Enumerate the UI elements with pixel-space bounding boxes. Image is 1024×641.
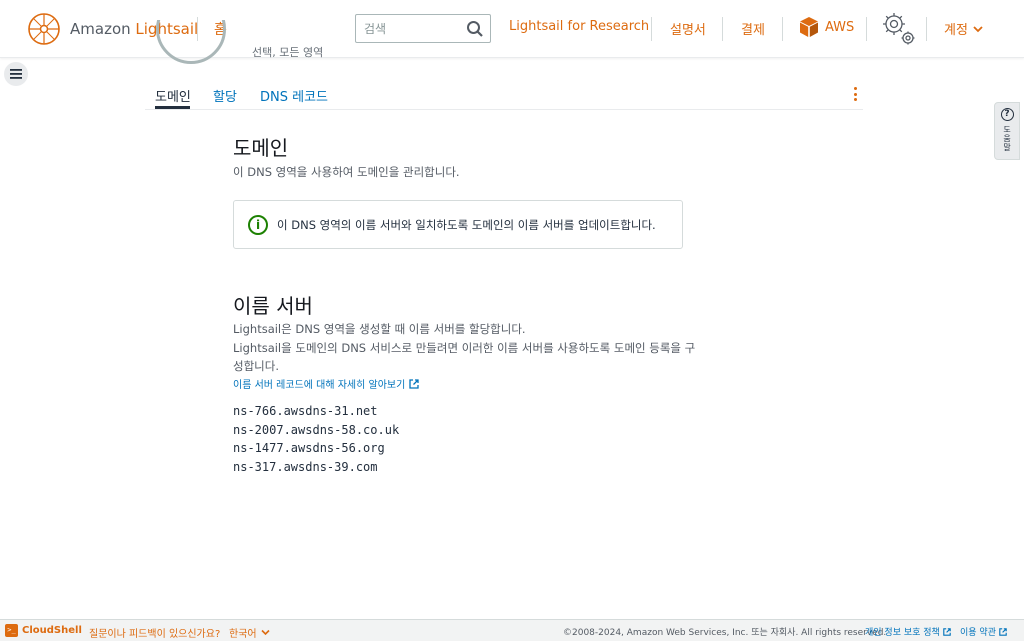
- external-link-icon: [943, 627, 951, 636]
- search-input[interactable]: [356, 15, 456, 42]
- active-tab-indicator: [155, 106, 190, 109]
- copyright-text: ©2008-2024, Amazon Web Services, Inc. 또는…: [563, 628, 887, 638]
- search-box[interactable]: [355, 14, 491, 43]
- learn-more-link[interactable]: 이름 서버 레코드에 대해 자세히 알아보기: [233, 376, 419, 391]
- nav-research-link[interactable]: Lightsail for Research: [509, 19, 649, 34]
- external-link-icon: [409, 378, 419, 389]
- nav-billing-link[interactable]: 결제: [741, 19, 765, 38]
- side-menu-toggle[interactable]: [4, 62, 28, 86]
- feedback-link[interactable]: 질문이나 피드백이 있으신가요?: [89, 625, 220, 640]
- name-servers-heading: 이름 서버: [233, 294, 313, 318]
- divider: [866, 17, 867, 41]
- zone-tabs: 도메인 할당 DNS 레코드: [145, 85, 863, 110]
- external-link-icon: [999, 627, 1007, 636]
- domains-description: 이 DNS 영역을 사용하여 도메인을 관리합니다.: [233, 165, 460, 179]
- cloudshell-button[interactable]: >_ CloudShell: [5, 624, 82, 637]
- privacy-policy-link[interactable]: 개인 정보 보호 정책: [865, 625, 951, 638]
- name-server-item: ns-1477.awsdns-56.org: [233, 441, 385, 455]
- settings-gear-icon[interactable]: [880, 10, 918, 48]
- account-menu[interactable]: 계정: [944, 19, 983, 38]
- search-icon[interactable]: [466, 20, 484, 38]
- terms-of-use-link[interactable]: 이용 약관: [960, 625, 1007, 638]
- tab-assignments[interactable]: 할당: [213, 86, 237, 105]
- privacy-policy-label: 개인 정보 보호 정책: [865, 628, 940, 638]
- learn-more-label: 이름 서버 레코드에 대해 자세히 알아보기: [233, 380, 406, 391]
- chevron-down-icon: [261, 629, 270, 636]
- language-selector[interactable]: 한국어: [229, 625, 270, 640]
- nav-docs-link[interactable]: 설명서: [670, 19, 706, 38]
- lightsail-logo-icon: [28, 13, 60, 45]
- tab-domains[interactable]: 도메인: [155, 86, 191, 105]
- zone-avatar: [156, 20, 226, 66]
- chevron-down-icon: [973, 25, 983, 32]
- name-server-item: ns-2007.awsdns-58.co.uk: [233, 423, 400, 437]
- divider: [722, 17, 723, 41]
- more-actions-icon[interactable]: [852, 87, 858, 101]
- divider: [782, 17, 783, 41]
- aws-label: AWS: [825, 19, 855, 35]
- help-label: 도움말: [1003, 125, 1011, 152]
- name-servers-desc-line1: Lightsail은 DNS 영역을 생성할 때 이름 서버를 할당합니다.: [233, 322, 526, 336]
- name-servers-desc-line3: 성합니다.: [233, 359, 279, 373]
- divider: [651, 17, 652, 41]
- terms-of-use-label: 이용 약관: [960, 628, 996, 638]
- console-footer: >_ CloudShell 질문이나 피드백이 있으신가요? 한국어 ©2008…: [0, 619, 1024, 641]
- cloudshell-label: CloudShell: [22, 625, 82, 636]
- domains-heading: 도메인: [233, 136, 289, 160]
- name-servers-desc-line2: Lightsail을 도메인의 DNS 서비스로 만들려면 이러한 이름 서버를…: [233, 341, 696, 355]
- account-label: 계정: [944, 23, 968, 38]
- help-icon: ?: [1000, 108, 1014, 121]
- top-navigation: Amazon Lightsail 홈 Lightsail for Researc…: [0, 0, 1024, 58]
- language-label: 한국어: [229, 629, 257, 640]
- hamburger-menu-icon: [10, 69, 22, 79]
- info-icon: i: [248, 214, 268, 235]
- info-alert: i 이 DNS 영역의 이름 서버와 일치하도록 도메인의 이름 서버를 업데이…: [233, 200, 683, 249]
- name-server-item: ns-317.awsdns-39.com: [233, 460, 378, 474]
- divider: [926, 17, 927, 41]
- zone-subtitle: 선택, 모든 영역: [252, 46, 324, 59]
- info-alert-message: 이 DNS 영역의 이름 서버와 일치하도록 도메인의 이름 서버를 업데이트합…: [277, 217, 656, 232]
- name-server-item: ns-766.awsdns-31.net: [233, 404, 378, 418]
- cube-icon: [800, 17, 818, 37]
- aws-console-link[interactable]: AWS: [799, 16, 854, 38]
- terminal-icon: >_: [5, 624, 18, 637]
- tab-dns-records[interactable]: DNS 레코드: [260, 86, 328, 105]
- help-panel-tab[interactable]: ? 도움말: [994, 102, 1020, 160]
